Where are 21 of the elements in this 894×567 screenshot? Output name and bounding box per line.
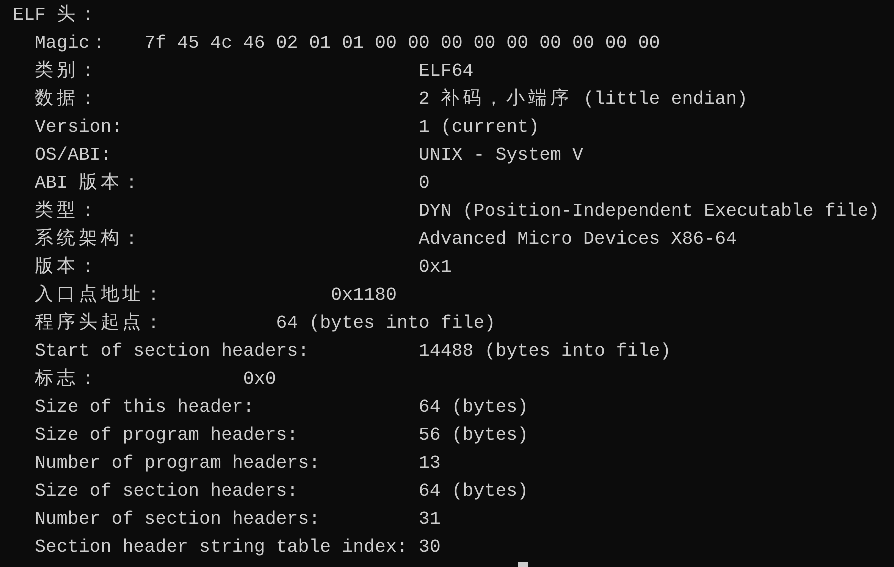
terminal-line: 类别： ELF64 [34, 60, 474, 84]
terminal-line: Start of section headers: 14488 (bytes into file) [34, 341, 672, 364]
terminal-line: Magic： 7f 45 4c 46 02 01 01 00 00 00 00 00 00 00 00 00 [34, 33, 660, 56]
terminal-line: OS/ABI: UNIX - System V [34, 145, 584, 168]
terminal-line: 版本： 0x1 [34, 256, 452, 280]
terminal-line: ABI 版本： 0 [34, 172, 430, 196]
terminal-line: Size of program headers: 56 (bytes) [34, 425, 529, 448]
terminal-line: Size of this header: 64 (bytes) [34, 397, 529, 420]
terminal-line: 数据： 2 补码，小端序 (little endian) [34, 88, 748, 112]
terminal-line: ELF 头： [13, 4, 98, 28]
terminal-line: Version: 1 (current) [34, 117, 540, 140]
terminal-line: Number of section headers: 31 [34, 509, 441, 532]
terminal-line: Size of section headers: 64 (bytes) [34, 481, 529, 504]
terminal-line: Number of program headers: 13 [34, 453, 441, 476]
terminal-cursor [518, 562, 528, 567]
terminal-line: 类型： DYN (Position-Independent Executable file) [34, 200, 880, 224]
terminal-line: 程序头起点： 64 (bytes into file) [34, 312, 496, 336]
terminal-line: 标志： 0x0 [34, 368, 276, 392]
terminal-line: Section header string table index: 30 [34, 537, 441, 560]
terminal-line: 系统架构： Advanced Micro Devices X86-64 [34, 228, 738, 252]
terminal-line: 入口点地址： 0x1180 [34, 284, 397, 308]
